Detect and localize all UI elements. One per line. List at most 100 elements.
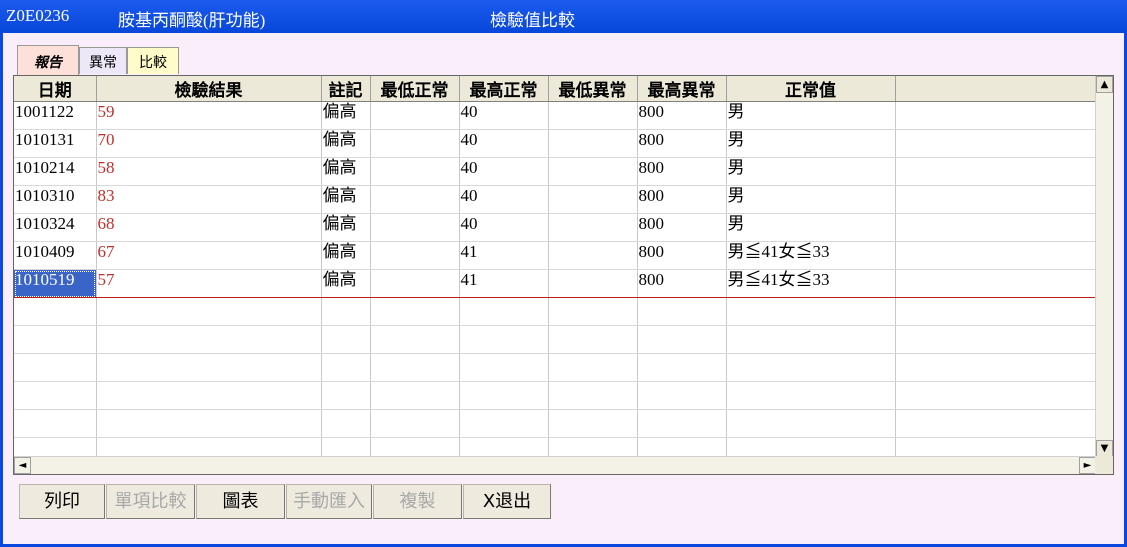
cell-date[interactable]: 1010519: [14, 269, 97, 298]
empty-cell[interactable]: [14, 381, 97, 410]
empty-cell[interactable]: [895, 325, 1096, 354]
empty-cell[interactable]: [96, 353, 322, 382]
cell-high-normal[interactable]: 40: [459, 185, 549, 214]
cell-normal-value[interactable]: 男≦41女≦33: [726, 269, 896, 298]
tab-report[interactable]: 報告: [17, 45, 79, 75]
scroll-down-icon[interactable]: ▼: [1096, 440, 1113, 457]
cell-low-normal[interactable]: [370, 185, 460, 214]
empty-cell[interactable]: [459, 353, 549, 382]
cell-high-normal[interactable]: 40: [459, 157, 549, 186]
cell-high-normal[interactable]: 40: [459, 213, 549, 242]
empty-cell[interactable]: [637, 325, 727, 354]
empty-cell[interactable]: [370, 381, 460, 410]
cell-high-normal[interactable]: 41: [459, 241, 549, 270]
col-header-note[interactable]: 註記: [321, 76, 371, 102]
cell-low-abnormal[interactable]: [548, 129, 638, 158]
cell-low-normal[interactable]: [370, 101, 460, 130]
cell-normal-value[interactable]: 男≦41女≦33: [726, 241, 896, 270]
empty-cell[interactable]: [370, 409, 460, 438]
manual-import-button[interactable]: 手動匯入: [286, 484, 372, 519]
copy-button[interactable]: 複製: [373, 484, 462, 519]
cell-date[interactable]: 1001122: [14, 101, 97, 130]
cell-note[interactable]: 偏高: [321, 241, 371, 270]
cell-normal-value[interactable]: 男: [726, 213, 896, 242]
cell-low-abnormal[interactable]: [548, 101, 638, 130]
table-row[interactable]: 1010310 83 偏高 40 800 男: [14, 185, 1096, 214]
print-button[interactable]: 列印: [19, 484, 105, 519]
scroll-left-icon[interactable]: ◄: [14, 457, 31, 474]
empty-cell[interactable]: [321, 353, 371, 382]
empty-cell[interactable]: [14, 353, 97, 382]
scroll-right-icon[interactable]: ►: [1079, 457, 1096, 474]
cell-date[interactable]: 1010324: [14, 213, 97, 242]
empty-cell[interactable]: [321, 381, 371, 410]
empty-cell[interactable]: [370, 297, 460, 326]
cell-blank[interactable]: [895, 157, 1096, 186]
empty-cell[interactable]: [14, 409, 97, 438]
cell-low-abnormal[interactable]: [548, 185, 638, 214]
cell-high-normal[interactable]: 40: [459, 101, 549, 130]
cell-result[interactable]: 58: [96, 157, 322, 186]
cell-normal-value[interactable]: 男: [726, 185, 896, 214]
empty-row[interactable]: [14, 297, 1096, 326]
cell-normal-value[interactable]: 男: [726, 129, 896, 158]
empty-cell[interactable]: [14, 325, 97, 354]
cell-low-normal[interactable]: [370, 241, 460, 270]
empty-cell[interactable]: [637, 409, 727, 438]
cell-high-abnormal[interactable]: 800: [637, 269, 727, 298]
cell-blank[interactable]: [895, 269, 1096, 298]
table-row[interactable]: 1001122 59 偏高 40 800 男: [14, 101, 1096, 130]
empty-cell[interactable]: [321, 297, 371, 326]
cell-low-normal[interactable]: [370, 269, 460, 298]
cell-low-abnormal[interactable]: [548, 213, 638, 242]
cell-note[interactable]: 偏高: [321, 269, 371, 298]
scroll-up-icon[interactable]: ▲: [1096, 76, 1113, 93]
cell-result[interactable]: 67: [96, 241, 322, 270]
empty-cell[interactable]: [726, 297, 896, 326]
cell-date[interactable]: 1010310: [14, 185, 97, 214]
empty-cell[interactable]: [459, 409, 549, 438]
empty-cell[interactable]: [548, 381, 638, 410]
cell-high-abnormal[interactable]: 800: [637, 213, 727, 242]
cell-low-normal[interactable]: [370, 157, 460, 186]
empty-cell[interactable]: [321, 409, 371, 438]
vertical-scrollbar[interactable]: ▲ ▼: [1095, 76, 1113, 457]
tab-abnormal[interactable]: 異常: [79, 47, 127, 74]
empty-cell[interactable]: [637, 381, 727, 410]
cell-date[interactable]: 1010131: [14, 129, 97, 158]
empty-cell[interactable]: [459, 381, 549, 410]
empty-cell[interactable]: [726, 409, 896, 438]
exit-button[interactable]: X退出: [463, 484, 551, 519]
table-row[interactable]: 1010131 70 偏高 40 800 男: [14, 129, 1096, 158]
cell-high-normal[interactable]: 41: [459, 269, 549, 298]
cell-low-normal[interactable]: [370, 129, 460, 158]
empty-cell[interactable]: [96, 409, 322, 438]
empty-cell[interactable]: [637, 297, 727, 326]
cell-low-abnormal[interactable]: [548, 269, 638, 298]
empty-cell[interactable]: [548, 409, 638, 438]
cell-date[interactable]: 1010409: [14, 241, 97, 270]
empty-row[interactable]: [14, 409, 1096, 438]
cell-high-abnormal[interactable]: 800: [637, 101, 727, 130]
cell-result[interactable]: 70: [96, 129, 322, 158]
cell-blank[interactable]: [895, 185, 1096, 214]
cell-result[interactable]: 68: [96, 213, 322, 242]
cell-result[interactable]: 59: [96, 101, 322, 130]
empty-cell[interactable]: [637, 353, 727, 382]
cell-note[interactable]: 偏高: [321, 213, 371, 242]
empty-cell[interactable]: [370, 325, 460, 354]
empty-cell[interactable]: [96, 325, 322, 354]
cell-low-abnormal[interactable]: [548, 157, 638, 186]
col-header-normal-value[interactable]: 正常值: [726, 76, 896, 102]
empty-row[interactable]: [14, 381, 1096, 410]
cell-result[interactable]: 57: [96, 269, 322, 298]
cell-note[interactable]: 偏高: [321, 101, 371, 130]
empty-cell[interactable]: [459, 325, 549, 354]
tab-compare[interactable]: 比較: [127, 47, 179, 74]
chart-button[interactable]: 圖表: [196, 484, 285, 519]
cell-high-abnormal[interactable]: 800: [637, 129, 727, 158]
empty-cell[interactable]: [726, 325, 896, 354]
empty-cell[interactable]: [459, 297, 549, 326]
results-grid[interactable]: 日期 檢驗結果 註記 最低正常 最高正常 最低異常 最高異常 正常值 10011…: [13, 75, 1114, 475]
empty-cell[interactable]: [726, 353, 896, 382]
